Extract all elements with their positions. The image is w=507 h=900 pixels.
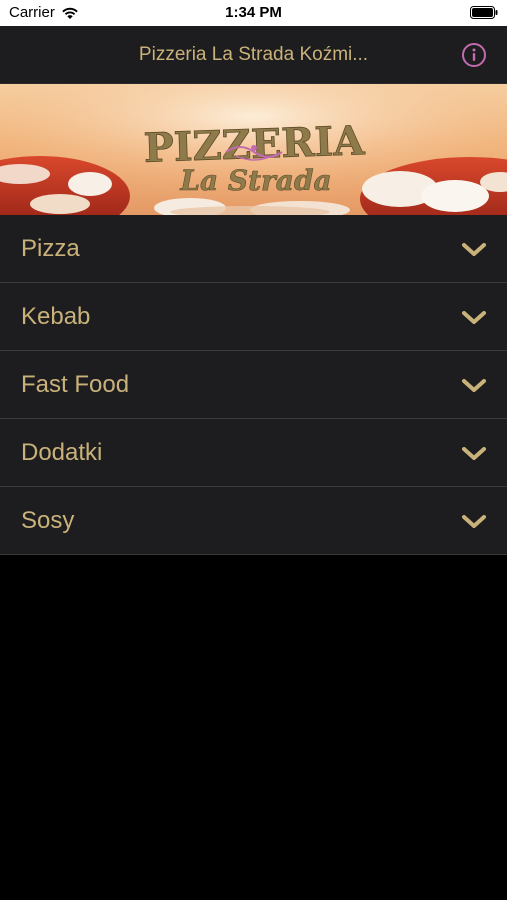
battery-icon [470,6,498,19]
menu-category-fast-food[interactable]: Fast Food [0,351,507,419]
restaurant-banner: PIZZERIA La Strada [0,84,507,215]
info-icon [462,43,486,67]
chevron-down-icon [462,515,486,528]
menu-category-label: Pizza [21,234,80,262]
chevron-down-icon [462,379,486,392]
menu-category-label: Kebab [21,302,91,330]
info-button[interactable] [461,42,487,68]
status-bar: Carrier 1:34 PM [0,0,507,26]
banner-logo-bottom: La Strada [179,164,331,197]
nav-bar: Pizzeria La Strada Koźmi... [0,26,507,84]
menu-category-dodatki[interactable]: Dodatki [0,419,507,487]
page-title: Pizzeria La Strada Koźmi... [138,44,369,65]
menu-category-label: Dodatki [21,438,103,466]
chevron-down-icon [462,447,486,460]
banner-image: PIZZERIA La Strada [0,84,507,215]
menu-category-kebab[interactable]: Kebab [0,283,507,351]
menu-category-pizza[interactable]: Pizza [0,215,507,283]
menu-category-label: Fast Food [21,370,130,398]
chevron-down-icon [462,243,486,256]
menu-category-list: Pizza Kebab Fast Food Dodatki Sosy [0,215,507,555]
status-time: 1:34 PM [225,4,282,21]
chevron-down-icon [462,311,486,324]
menu-category-label: Sosy [21,506,75,534]
menu-category-sosy[interactable]: Sosy [0,487,507,555]
